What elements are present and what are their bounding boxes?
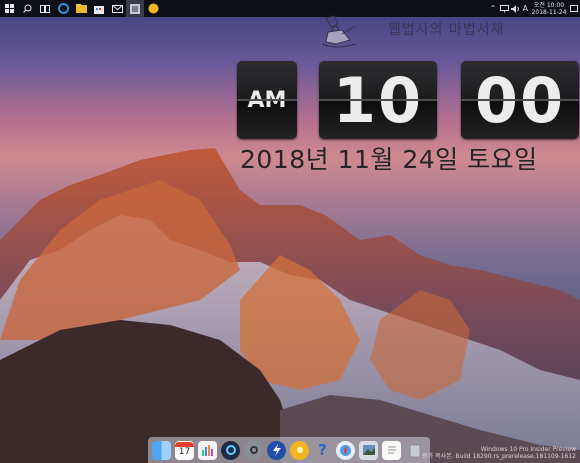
finder-icon[interactable] xyxy=(152,440,171,460)
edge-browser-icon[interactable] xyxy=(54,0,72,17)
taskbar-clock-date: 2018-11-24 xyxy=(531,8,567,16)
system-tray: ⌃ A 오전 10:00 2018-11-24 xyxy=(488,0,580,17)
taskbar-clock[interactable]: 오전 10:00 2018-11-24 xyxy=(530,0,568,17)
settings-icon[interactable] xyxy=(244,440,263,460)
calendar-icon[interactable]: 17 xyxy=(175,440,194,460)
quicktime-icon[interactable] xyxy=(221,440,240,460)
yellow-dock-app-icon[interactable] xyxy=(290,440,309,460)
windows-taskbar: ⌃ A 오전 10:00 2018-11-24 xyxy=(0,0,580,17)
launchpad-icon[interactable] xyxy=(267,440,286,460)
calendar-day: 17 xyxy=(178,447,191,457)
windows-watermark-line2: 평가 복사본. Build 18290.rs_prerelease.181109… xyxy=(422,453,576,460)
compass-icon[interactable] xyxy=(336,440,355,460)
windows-start-icon[interactable] xyxy=(0,0,18,17)
network-icon[interactable] xyxy=(499,0,510,17)
input-method-indicator[interactable]: A xyxy=(521,4,530,13)
flip-clock-minute: 00 xyxy=(461,61,579,139)
charts-icon[interactable] xyxy=(198,440,217,460)
photos-icon[interactable] xyxy=(359,440,378,460)
windows-watermark-line1: Windows 10 Pro Insider Preview xyxy=(480,446,576,453)
search-icon[interactable] xyxy=(18,0,36,17)
mail-icon[interactable] xyxy=(108,0,126,17)
task-view-icon[interactable] xyxy=(36,0,54,17)
site-watermark: 웹법사의 마법서재 xyxy=(388,22,505,38)
store-icon[interactable] xyxy=(90,0,108,17)
dock-bar: 17 ? xyxy=(148,437,430,463)
windows-build-watermark: Windows 10 Pro Insider Preview 평가 복사본. B… xyxy=(422,446,576,460)
notes-icon[interactable] xyxy=(382,440,401,460)
file-explorer-icon[interactable] xyxy=(72,0,90,17)
flip-clock-ampm: AM xyxy=(237,61,297,139)
wizard-sketch-logo xyxy=(321,15,357,48)
volume-icon[interactable] xyxy=(510,0,521,17)
trash-icon[interactable] xyxy=(405,441,424,460)
chevron-up-icon[interactable]: ⌃ xyxy=(488,0,499,17)
taskbar-clock-time: 오전 10:00 xyxy=(533,1,565,9)
flip-clock-date: 2018년 11월 24일 토요일 xyxy=(240,145,538,174)
action-center-icon[interactable] xyxy=(568,0,580,17)
flip-clock-hour: 10 xyxy=(319,61,437,139)
active-app-icon[interactable] xyxy=(126,0,144,17)
help-icon[interactable]: ? xyxy=(313,441,332,460)
yellow-app-icon[interactable] xyxy=(144,0,162,17)
